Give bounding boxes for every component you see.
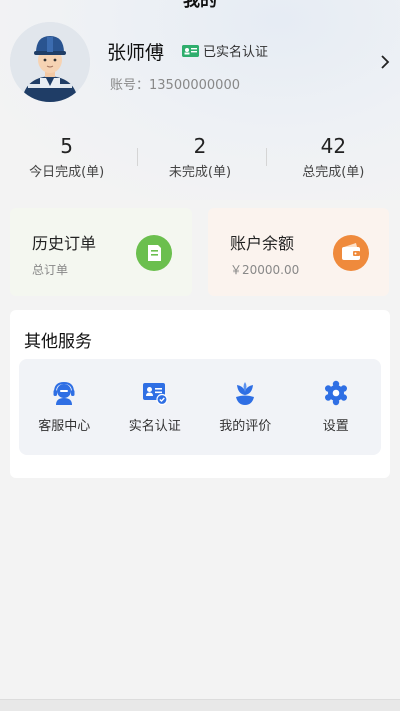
stat-value: 42 (320, 134, 347, 158)
service-label: 客服中心 (38, 419, 91, 434)
page-title: 我的 (183, 0, 217, 11)
stat-label: 未完成(单) (168, 165, 232, 180)
service-settings[interactable]: 设置 (291, 359, 382, 455)
account-number: 账号：13500000000 (110, 74, 240, 93)
flower-icon (232, 380, 258, 406)
service-label: 我的评价 (219, 419, 272, 434)
stat-label: 今日完成(单) (29, 165, 105, 180)
document-icon (136, 235, 172, 271)
verified-badge: 已实名认证 (182, 41, 268, 60)
account-label: 账号： (110, 78, 150, 93)
history-orders-title: 历史订单 (32, 234, 97, 253)
account-balance-amount: ￥20000.00 (230, 263, 300, 277)
services-title: 其他服务 (24, 332, 92, 352)
headset-icon (51, 380, 77, 406)
service-label: 实名认证 (128, 419, 181, 434)
bottom-bar (0, 699, 400, 711)
avatar[interactable] (10, 22, 90, 102)
id-badge-icon (182, 44, 199, 57)
stat-today-completed[interactable]: 5 今日完成(单) (0, 134, 133, 184)
account-balance-card[interactable]: 账户余额 ￥20000.00 (208, 208, 389, 296)
service-customer-center[interactable]: 客服中心 (19, 359, 110, 455)
history-orders-subtitle: 总订单 (32, 263, 69, 277)
stat-value: 2 (193, 134, 207, 158)
stat-total-completed[interactable]: 42 总完成(单) (267, 134, 400, 184)
chevron-right-icon[interactable] (380, 53, 390, 74)
other-services-section: 其他服务 客服中心 实名认证 我的评价 设置 (10, 310, 390, 478)
verified-label: 已实名认证 (203, 45, 269, 60)
wallet-icon (333, 235, 369, 271)
stat-label: 总完成(单) (302, 165, 365, 180)
profile-card[interactable]: 张师傅 已实名认证 账号：13500000000 (10, 22, 390, 102)
stat-uncompleted[interactable]: 2 未完成(单) (133, 134, 266, 184)
order-stats: 5 今日完成(单) 2 未完成(单) 42 总完成(单) (0, 134, 400, 184)
history-orders-card[interactable]: 历史订单 总订单 (10, 208, 192, 296)
id-card-icon (142, 380, 168, 406)
services-panel: 客服中心 实名认证 我的评价 设置 (19, 359, 381, 455)
service-my-reviews[interactable]: 我的评价 (200, 359, 291, 455)
gear-icon (323, 380, 349, 406)
account-value: 13500000000 (149, 78, 240, 93)
service-label: 设置 (322, 419, 349, 434)
stat-value: 5 (60, 134, 74, 158)
user-name: 张师傅 (107, 42, 165, 64)
account-balance-title: 账户余额 (230, 234, 295, 253)
service-real-name-auth[interactable]: 实名认证 (110, 359, 201, 455)
worker-avatar-icon (10, 22, 90, 102)
